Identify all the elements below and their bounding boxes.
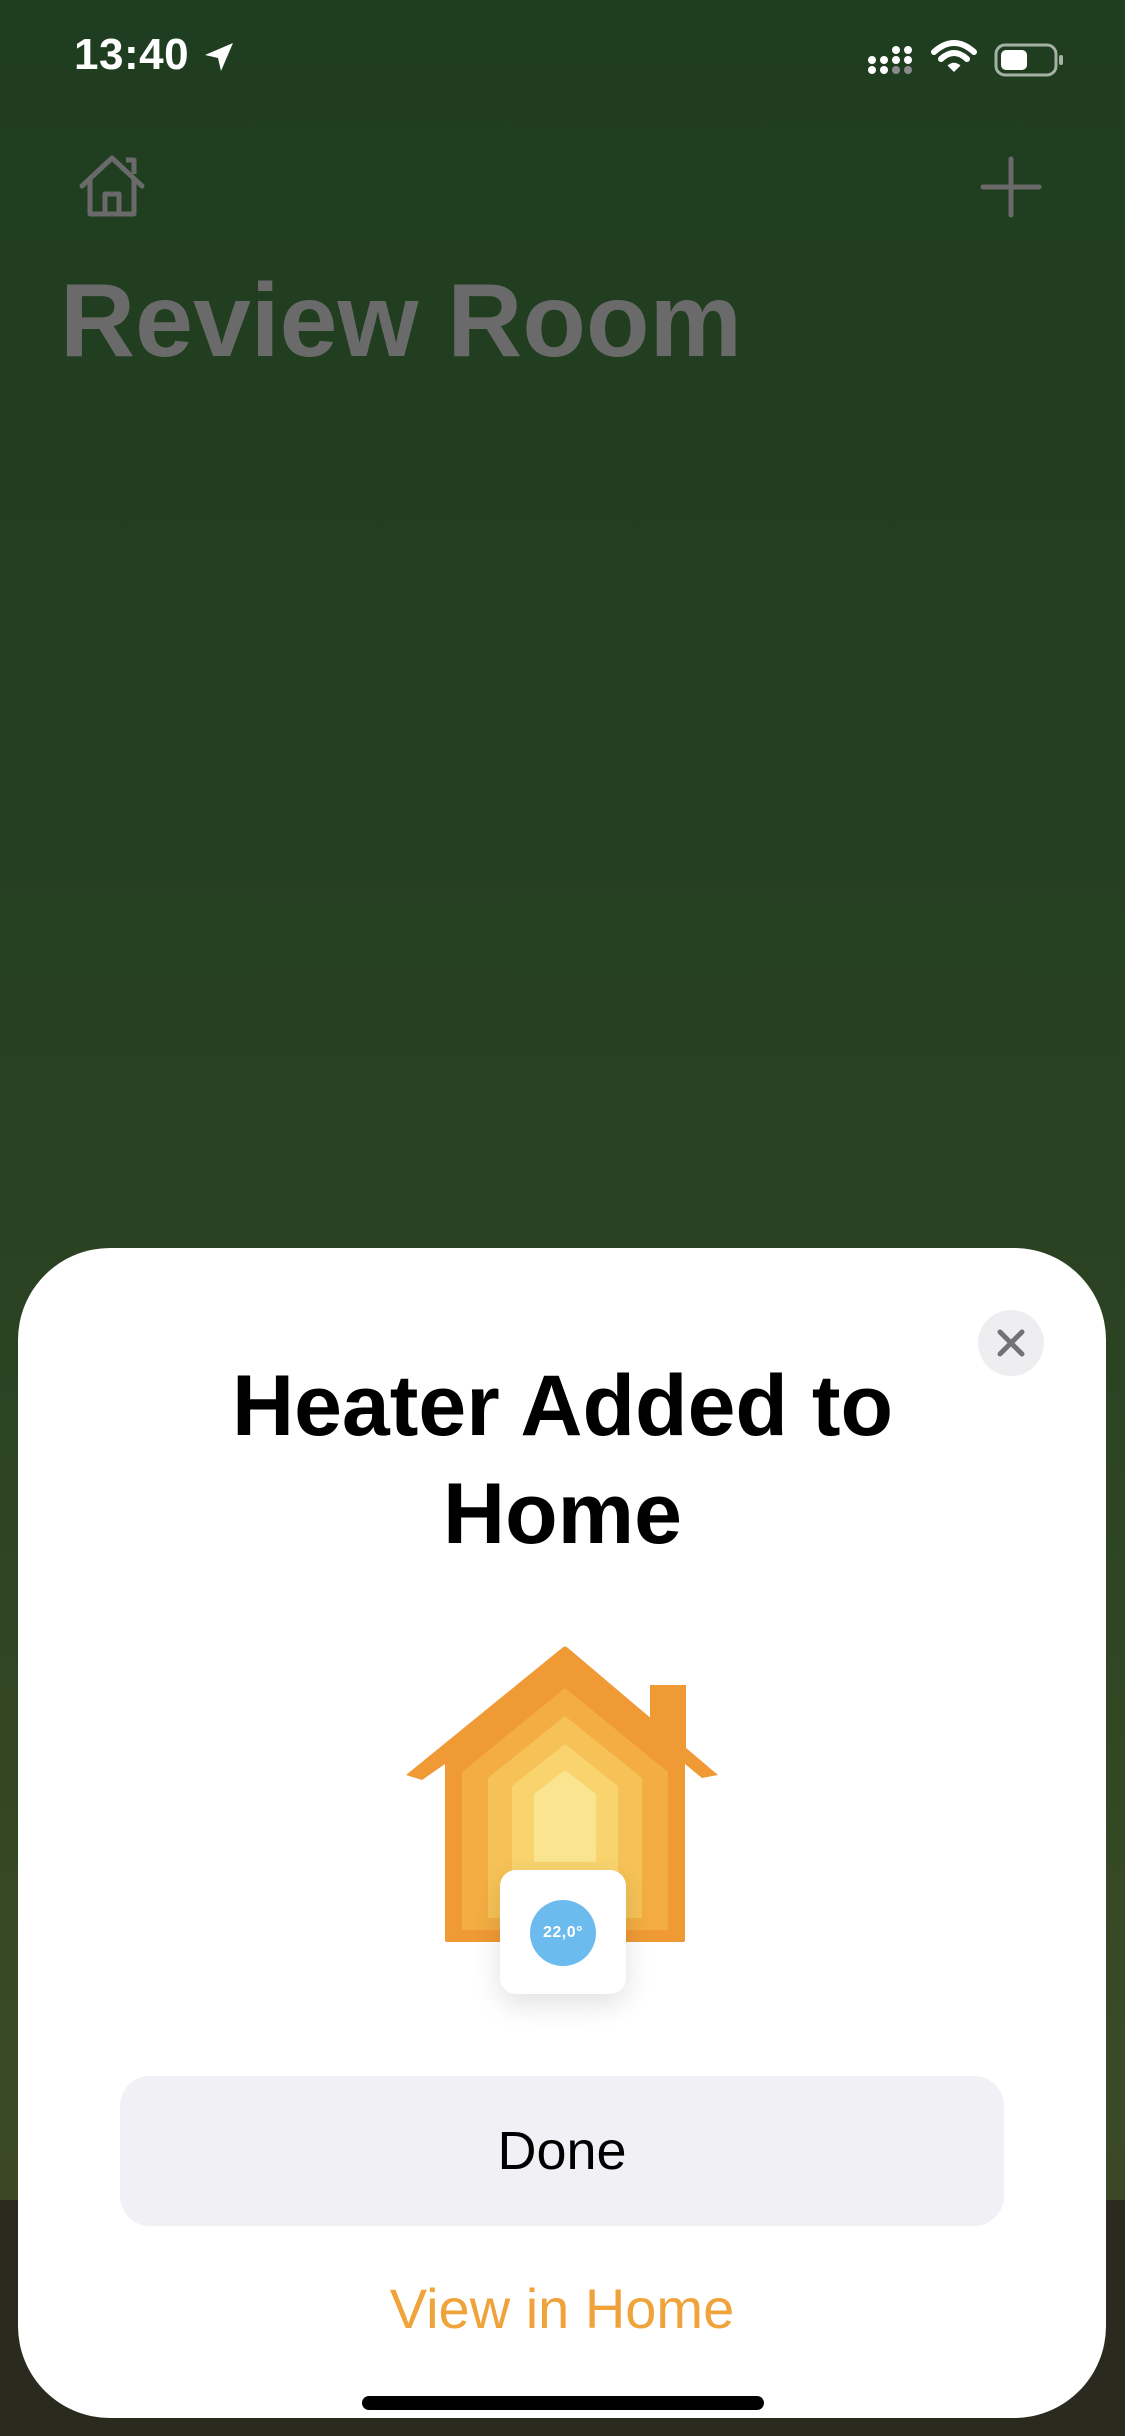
screen: 13:40 Review Room Heater Added to Home 2… [0,0,1125,2436]
battery-icon [994,43,1063,77]
temperature-badge: 22,0° [530,1900,596,1966]
room-title: Review Room [60,263,742,379]
location-arrow-icon [205,43,233,71]
status-time: 13:40 [74,30,190,79]
home-indicator[interactable] [362,2396,764,2410]
cellular-signal-icon [868,46,912,74]
home-icon[interactable] [76,152,148,220]
accessory-tile: 22,0° [500,1870,626,1994]
status-bar: 13:40 [0,0,1125,120]
plus-icon[interactable] [980,156,1042,218]
view-in-home-link[interactable]: View in Home [120,2276,1004,2341]
done-button[interactable]: Done [120,2076,1004,2226]
sheet-title: Heater Added to Home [232,1358,893,1562]
wifi-icon [931,40,977,72]
